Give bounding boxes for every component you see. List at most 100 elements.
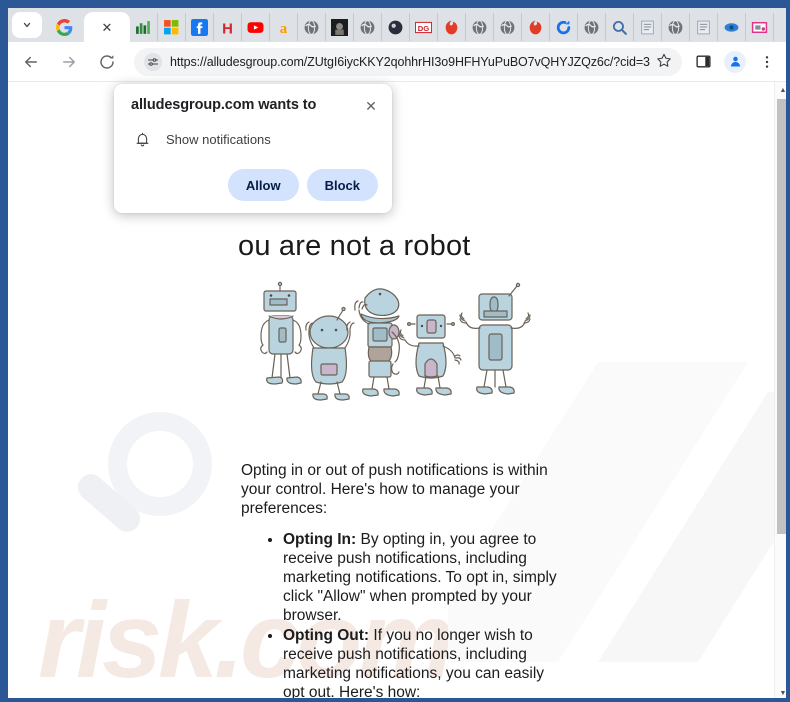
bullet-term: Opting Out: xyxy=(283,627,370,644)
tab-close-icon[interactable]: ✕ xyxy=(102,21,113,34)
youtube-icon xyxy=(247,21,264,33)
facebook-icon xyxy=(191,18,208,36)
blue-eye-icon xyxy=(724,22,739,32)
reload-icon xyxy=(100,54,114,69)
tab-pink-card[interactable] xyxy=(746,13,774,41)
svg-text:H: H xyxy=(222,21,233,36)
back-button[interactable] xyxy=(16,47,46,77)
scrollbar-thumb[interactable] xyxy=(777,99,786,534)
bullet-term: Opting In: xyxy=(283,531,357,548)
dg-icon: DG xyxy=(415,21,432,33)
google-icon xyxy=(55,18,72,36)
tab-stats[interactable] xyxy=(130,13,158,41)
bookmark-star-icon[interactable] xyxy=(656,52,672,71)
red-flame-icon xyxy=(529,20,542,34)
address-bar[interactable]: https://alludesgroup.com/ZUtgI6iycKKY2qo… xyxy=(134,47,682,76)
document-icon xyxy=(697,20,710,34)
tab-blue-eye[interactable] xyxy=(718,13,746,41)
red-h-icon: H xyxy=(222,21,233,36)
bell-icon xyxy=(136,132,149,147)
globe-icon xyxy=(304,19,319,35)
globe-icon xyxy=(472,19,487,35)
notification-permission-dialog: alludesgroup.com wants to ✕ Show notific… xyxy=(114,84,392,213)
green-bars-icon xyxy=(136,20,150,34)
tab-globe-3[interactable] xyxy=(466,13,494,41)
tab-doc-2[interactable] xyxy=(690,13,718,41)
document-icon xyxy=(641,20,654,34)
permission-dialog-actions: Allow Block xyxy=(227,169,378,201)
three-dot-menu-icon xyxy=(765,55,769,68)
tab-amazon[interactable]: a xyxy=(270,13,298,41)
profile-avatar-icon xyxy=(724,50,746,73)
tab-globe-2[interactable] xyxy=(354,13,382,41)
browser-toolbar: https://alludesgroup.com/ZUtgI6iycKKY2qo… xyxy=(8,42,786,82)
tab-microsoft[interactable] xyxy=(158,13,186,41)
globe-icon xyxy=(668,19,683,35)
opting-bullet-list: Opting In: By opting in, you agree to re… xyxy=(283,530,563,698)
arrow-right-icon xyxy=(63,56,75,67)
tab-strip: ✕ H a DG xyxy=(8,8,786,42)
tab-globe-6[interactable] xyxy=(662,13,690,41)
robots-illustration xyxy=(260,281,531,401)
page-scrollbar[interactable]: ▲ ▼ xyxy=(774,82,786,698)
permission-label: Show notifications xyxy=(166,132,271,147)
tune-icon[interactable] xyxy=(144,52,162,71)
tab-doc-1[interactable] xyxy=(634,13,662,41)
scroll-up-arrow[interactable]: ▲ xyxy=(775,82,786,99)
browser-window: ✕ H a DG https://alludesgroup.com/ZUtgI6… xyxy=(0,0,790,702)
pink-card-icon xyxy=(751,21,768,33)
tab-h[interactable]: H xyxy=(214,13,242,41)
side-panel-icon xyxy=(695,55,711,68)
tab-magnifier[interactable] xyxy=(606,13,634,41)
globe-icon xyxy=(360,19,375,35)
permission-dialog-close-button[interactable]: ✕ xyxy=(360,95,382,117)
tab-firefox-1[interactable] xyxy=(438,13,466,41)
magnifier-icon xyxy=(612,20,627,35)
page-headline: ou are not a robot xyxy=(238,230,471,262)
page-body: Opting in or out of push notifications i… xyxy=(241,461,563,698)
globe-icon xyxy=(500,19,515,35)
reload-button[interactable] xyxy=(92,47,122,77)
new-tab-button[interactable]: + xyxy=(779,13,786,39)
dark-circle-icon xyxy=(388,20,403,34)
body-intro: Opting in or out of push notifications i… xyxy=(241,462,548,517)
tab-search-button[interactable] xyxy=(12,12,42,38)
list-item: Opting Out: If you no longer wish to rec… xyxy=(283,626,563,698)
dark-square-icon xyxy=(331,18,348,36)
chrome-menu-button[interactable] xyxy=(752,47,782,77)
tab-dg[interactable]: DG xyxy=(410,13,438,41)
microsoft-icon xyxy=(164,19,179,34)
side-panel-button[interactable] xyxy=(688,47,718,77)
url-text[interactable]: https://alludesgroup.com/ZUtgI6iycKKY2qo… xyxy=(170,55,650,69)
block-button[interactable]: Block xyxy=(306,169,378,201)
amazon-icon: a xyxy=(280,20,288,35)
tab-dark-circle[interactable] xyxy=(382,13,410,41)
magnifier-watermark-icon xyxy=(77,412,212,532)
allow-button[interactable]: Allow xyxy=(227,169,299,201)
tab-facebook[interactable] xyxy=(186,13,214,41)
scroll-down-arrow[interactable]: ▼ xyxy=(775,685,786,698)
list-item: Opting In: By opting in, you agree to re… xyxy=(283,530,563,625)
tab-firefox-2[interactable] xyxy=(522,13,550,41)
forward-button[interactable] xyxy=(54,47,84,77)
site-settings-icon xyxy=(148,57,158,66)
tab-globe-1[interactable] xyxy=(298,13,326,41)
svg-text:DG: DG xyxy=(418,23,430,32)
profile-button[interactable] xyxy=(720,47,750,77)
tab-globe-5[interactable] xyxy=(578,13,606,41)
globe-icon xyxy=(584,19,599,35)
person-icon xyxy=(730,56,740,67)
blue-refresh-icon xyxy=(556,20,571,34)
tab-dark-thumb[interactable] xyxy=(326,13,354,41)
tab-globe-4[interactable] xyxy=(494,13,522,41)
permission-dialog-title: alludesgroup.com wants to xyxy=(131,97,317,113)
tab-google[interactable] xyxy=(44,12,84,42)
star-icon xyxy=(657,53,671,67)
svg-text:a: a xyxy=(280,20,288,35)
permission-request-row: Show notifications xyxy=(134,131,271,148)
arrow-left-icon xyxy=(25,56,37,67)
red-flame-icon xyxy=(445,20,458,34)
tab-refresh-blue[interactable] xyxy=(550,13,578,41)
tab-active-alludesgroup[interactable]: ✕ xyxy=(84,12,130,42)
tab-youtube[interactable] xyxy=(242,13,270,41)
